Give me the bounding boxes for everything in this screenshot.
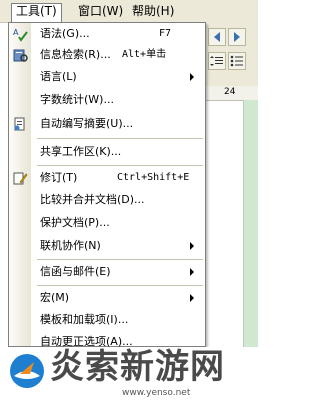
track-changes-icon [12, 170, 28, 186]
submenu-arrow-icon [190, 268, 194, 276]
bullet-list-icon[interactable] [228, 52, 246, 70]
menu-item-label: 自动编写摘要(U)... [40, 117, 134, 130]
menu-item-macro[interactable]: 宏(M) [9, 289, 205, 307]
menu-help[interactable]: 帮助(H) [128, 3, 178, 19]
menu-item-language[interactable]: 语言(L) [9, 68, 205, 86]
arrow-right-icon[interactable] [228, 28, 246, 46]
menu-bar: 工具(T) 窗口(W) 帮助(H) [0, 0, 258, 23]
menu-item-label: 模板和加载项(I)... [40, 313, 129, 326]
menu-item-word-count[interactable]: 字数统计(W)... [9, 91, 205, 109]
menu-item-label: 语言(L) [40, 70, 77, 83]
menu-item-shared-workspace[interactable]: 共享工作区(K)... [9, 143, 205, 161]
menu-separator [37, 259, 203, 260]
menu-item-label: 信息检索(R)... [40, 48, 111, 61]
submenu-arrow-icon [190, 242, 194, 250]
spelling-check-icon: A [12, 26, 28, 42]
menu-item-grammar[interactable]: A 语法(G)... F7 [9, 25, 205, 43]
autosummarize-icon [12, 116, 28, 132]
menu-item-shortcut: Ctrl+Shift+E [117, 172, 190, 183]
menu-item-shortcut: Alt+单击 [122, 49, 167, 60]
menu-item-autosummarize[interactable]: 自动编写摘要(U)... [9, 115, 205, 133]
submenu-arrow-icon [190, 294, 194, 302]
menu-item-track-changes[interactable]: 修订(T) Ctrl+Shift+E [9, 169, 205, 187]
tools-dropdown-menu: A 语法(G)... F7 信息检索(R)... Alt+单击 语言(L) 字数… [8, 22, 206, 348]
menu-separator [37, 285, 203, 286]
menu-item-online-collaboration[interactable]: 联机协作(N) [9, 237, 205, 255]
watermark-url: www.yenso.net [122, 388, 191, 398]
document-background [243, 100, 258, 347]
menu-item-label: 信函与邮件(E) [40, 265, 111, 278]
menu-item-label: 联机协作(N) [40, 239, 101, 252]
background-toolbar [200, 22, 258, 86]
arrow-left-icon[interactable] [208, 28, 226, 46]
menu-item-protect-document[interactable]: 保护文档(P)... [9, 214, 205, 232]
menu-item-label: 共享工作区(K)... [40, 145, 122, 158]
svg-text:A: A [13, 28, 19, 37]
menu-item-label: 语法(G)... [40, 27, 90, 40]
menu-item-label: 字数统计(W)... [40, 93, 114, 106]
menu-item-letters-mailings[interactable]: 信函与邮件(E) [9, 263, 205, 281]
menu-item-templates-addins[interactable]: 模板和加载项(I)... [9, 311, 205, 329]
menu-tools[interactable]: 工具(T) [11, 3, 62, 22]
watermark-text: 炎索新游网 [50, 347, 225, 387]
menu-separator [37, 165, 203, 166]
menu-item-compare-merge[interactable]: 比较并合并文档(D)... [9, 191, 205, 209]
horizontal-ruler: 24 [200, 86, 258, 101]
line-spacing-icon[interactable] [208, 52, 226, 70]
menu-window[interactable]: 窗口(W) [74, 3, 127, 19]
research-book-icon [12, 47, 28, 63]
menu-item-label: 修订(T) [40, 171, 78, 184]
menu-item-shortcut: F7 [159, 28, 172, 39]
menu-item-research[interactable]: 信息检索(R)... Alt+单击 [9, 46, 205, 64]
watermark-logo-icon [8, 352, 46, 390]
ruler-tick-label: 24 [224, 87, 236, 97]
menu-item-label: 宏(M) [40, 291, 70, 304]
menu-item-label: 比较并合并文档(D)... [40, 193, 145, 206]
submenu-arrow-icon [190, 73, 194, 81]
menu-item-label: 保护文档(P)... [40, 216, 110, 229]
menu-separator [37, 138, 203, 139]
